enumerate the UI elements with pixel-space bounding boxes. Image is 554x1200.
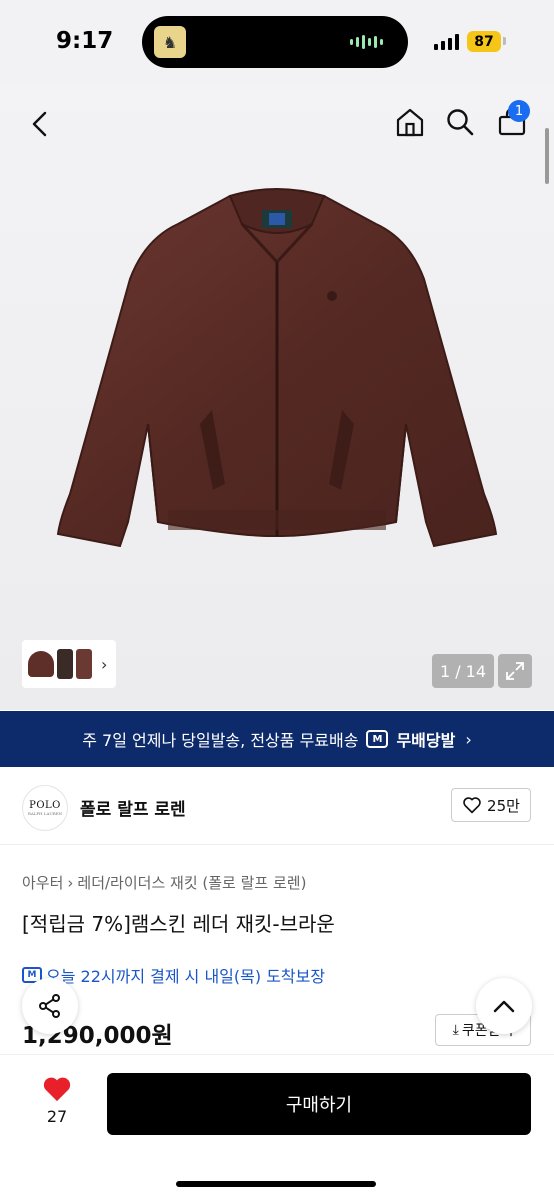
- download-icon: ⤓: [452, 1022, 459, 1038]
- brand-logo-main: POLO: [29, 800, 61, 811]
- brand-name[interactable]: 폴로 랄프 로렌: [80, 795, 186, 820]
- like-count: 27: [46, 1107, 68, 1126]
- breadcrumb-item[interactable]: 아우터: [22, 874, 63, 892]
- heart-icon: [43, 1077, 71, 1102]
- bottom-bar: 27 구매하기: [0, 1054, 554, 1200]
- now-playing-artwork-icon: ♞: [154, 26, 186, 58]
- scroll-top-button[interactable]: [476, 978, 532, 1034]
- battery-icon: 87: [467, 31, 501, 52]
- brand-like-count: 25만: [487, 796, 520, 815]
- m-delivery-icon: M: [366, 730, 389, 748]
- breadcrumb-item[interactable]: 레더/라이더스 재킷 (폴로 랄프 로렌): [77, 874, 306, 892]
- product-title: [적립금 7%]램스킨 레더 재킷-브라운: [22, 912, 335, 936]
- status-bar: 9:17 ♞ 87: [0, 0, 554, 84]
- home-icon[interactable]: [390, 102, 430, 142]
- product-gallery[interactable]: 1 › 1 / 14: [0, 84, 554, 710]
- delivery-text: 오늘 22시까지 결제 시 내일(목) 도착보장: [46, 967, 326, 986]
- thumbnail-1[interactable]: [28, 651, 54, 677]
- chevron-right-icon[interactable]: ›: [101, 655, 107, 674]
- like-button[interactable]: 27: [38, 1075, 76, 1126]
- thumbnail-3[interactable]: [76, 649, 92, 679]
- scrollbar[interactable]: [545, 128, 549, 184]
- audio-wave-icon: [350, 35, 386, 49]
- image-counter: 1 / 14: [432, 654, 494, 688]
- banner-brand: 무배당발: [396, 731, 456, 750]
- buy-button[interactable]: 구매하기: [107, 1073, 531, 1135]
- cart-badge: 1: [508, 100, 530, 122]
- breadcrumb-separator: ›: [67, 874, 74, 892]
- brand-row[interactable]: POLO RALPH LAUREN 폴로 랄프 로렌 25만: [0, 767, 554, 845]
- heart-outline-icon: [463, 797, 481, 814]
- share-button[interactable]: [22, 978, 78, 1034]
- share-icon: [39, 994, 60, 1018]
- brand-logo[interactable]: POLO RALPH LAUREN: [22, 785, 68, 831]
- product-image: [56, 188, 498, 548]
- home-indicator[interactable]: [176, 1181, 376, 1187]
- delivery-banner[interactable]: 주 7일 언제나 당일발송, 전상품 무료배송 M 무배당발 ›: [0, 711, 554, 767]
- brand-like-button[interactable]: 25만: [451, 788, 531, 822]
- status-time: 9:17: [56, 28, 114, 54]
- signal-icon: [434, 34, 459, 50]
- battery-tip: [503, 37, 506, 45]
- thumbnail-strip[interactable]: ›: [22, 640, 116, 688]
- banner-text: 주 7일 언제나 당일발송, 전상품 무료배송: [82, 731, 359, 750]
- chevron-right-icon: ›: [465, 729, 472, 749]
- back-icon[interactable]: [20, 104, 60, 144]
- expand-icon[interactable]: [498, 654, 532, 688]
- dynamic-island[interactable]: ♞: [142, 16, 408, 68]
- search-icon[interactable]: [440, 102, 480, 142]
- chevron-up-icon: [493, 1000, 515, 1013]
- brand-logo-sub: RALPH LAUREN: [27, 811, 63, 816]
- thumbnail-2[interactable]: [57, 649, 73, 679]
- breadcrumb: 아우터 › 레더/라이더스 재킷 (폴로 랄프 로렌): [22, 872, 306, 893]
